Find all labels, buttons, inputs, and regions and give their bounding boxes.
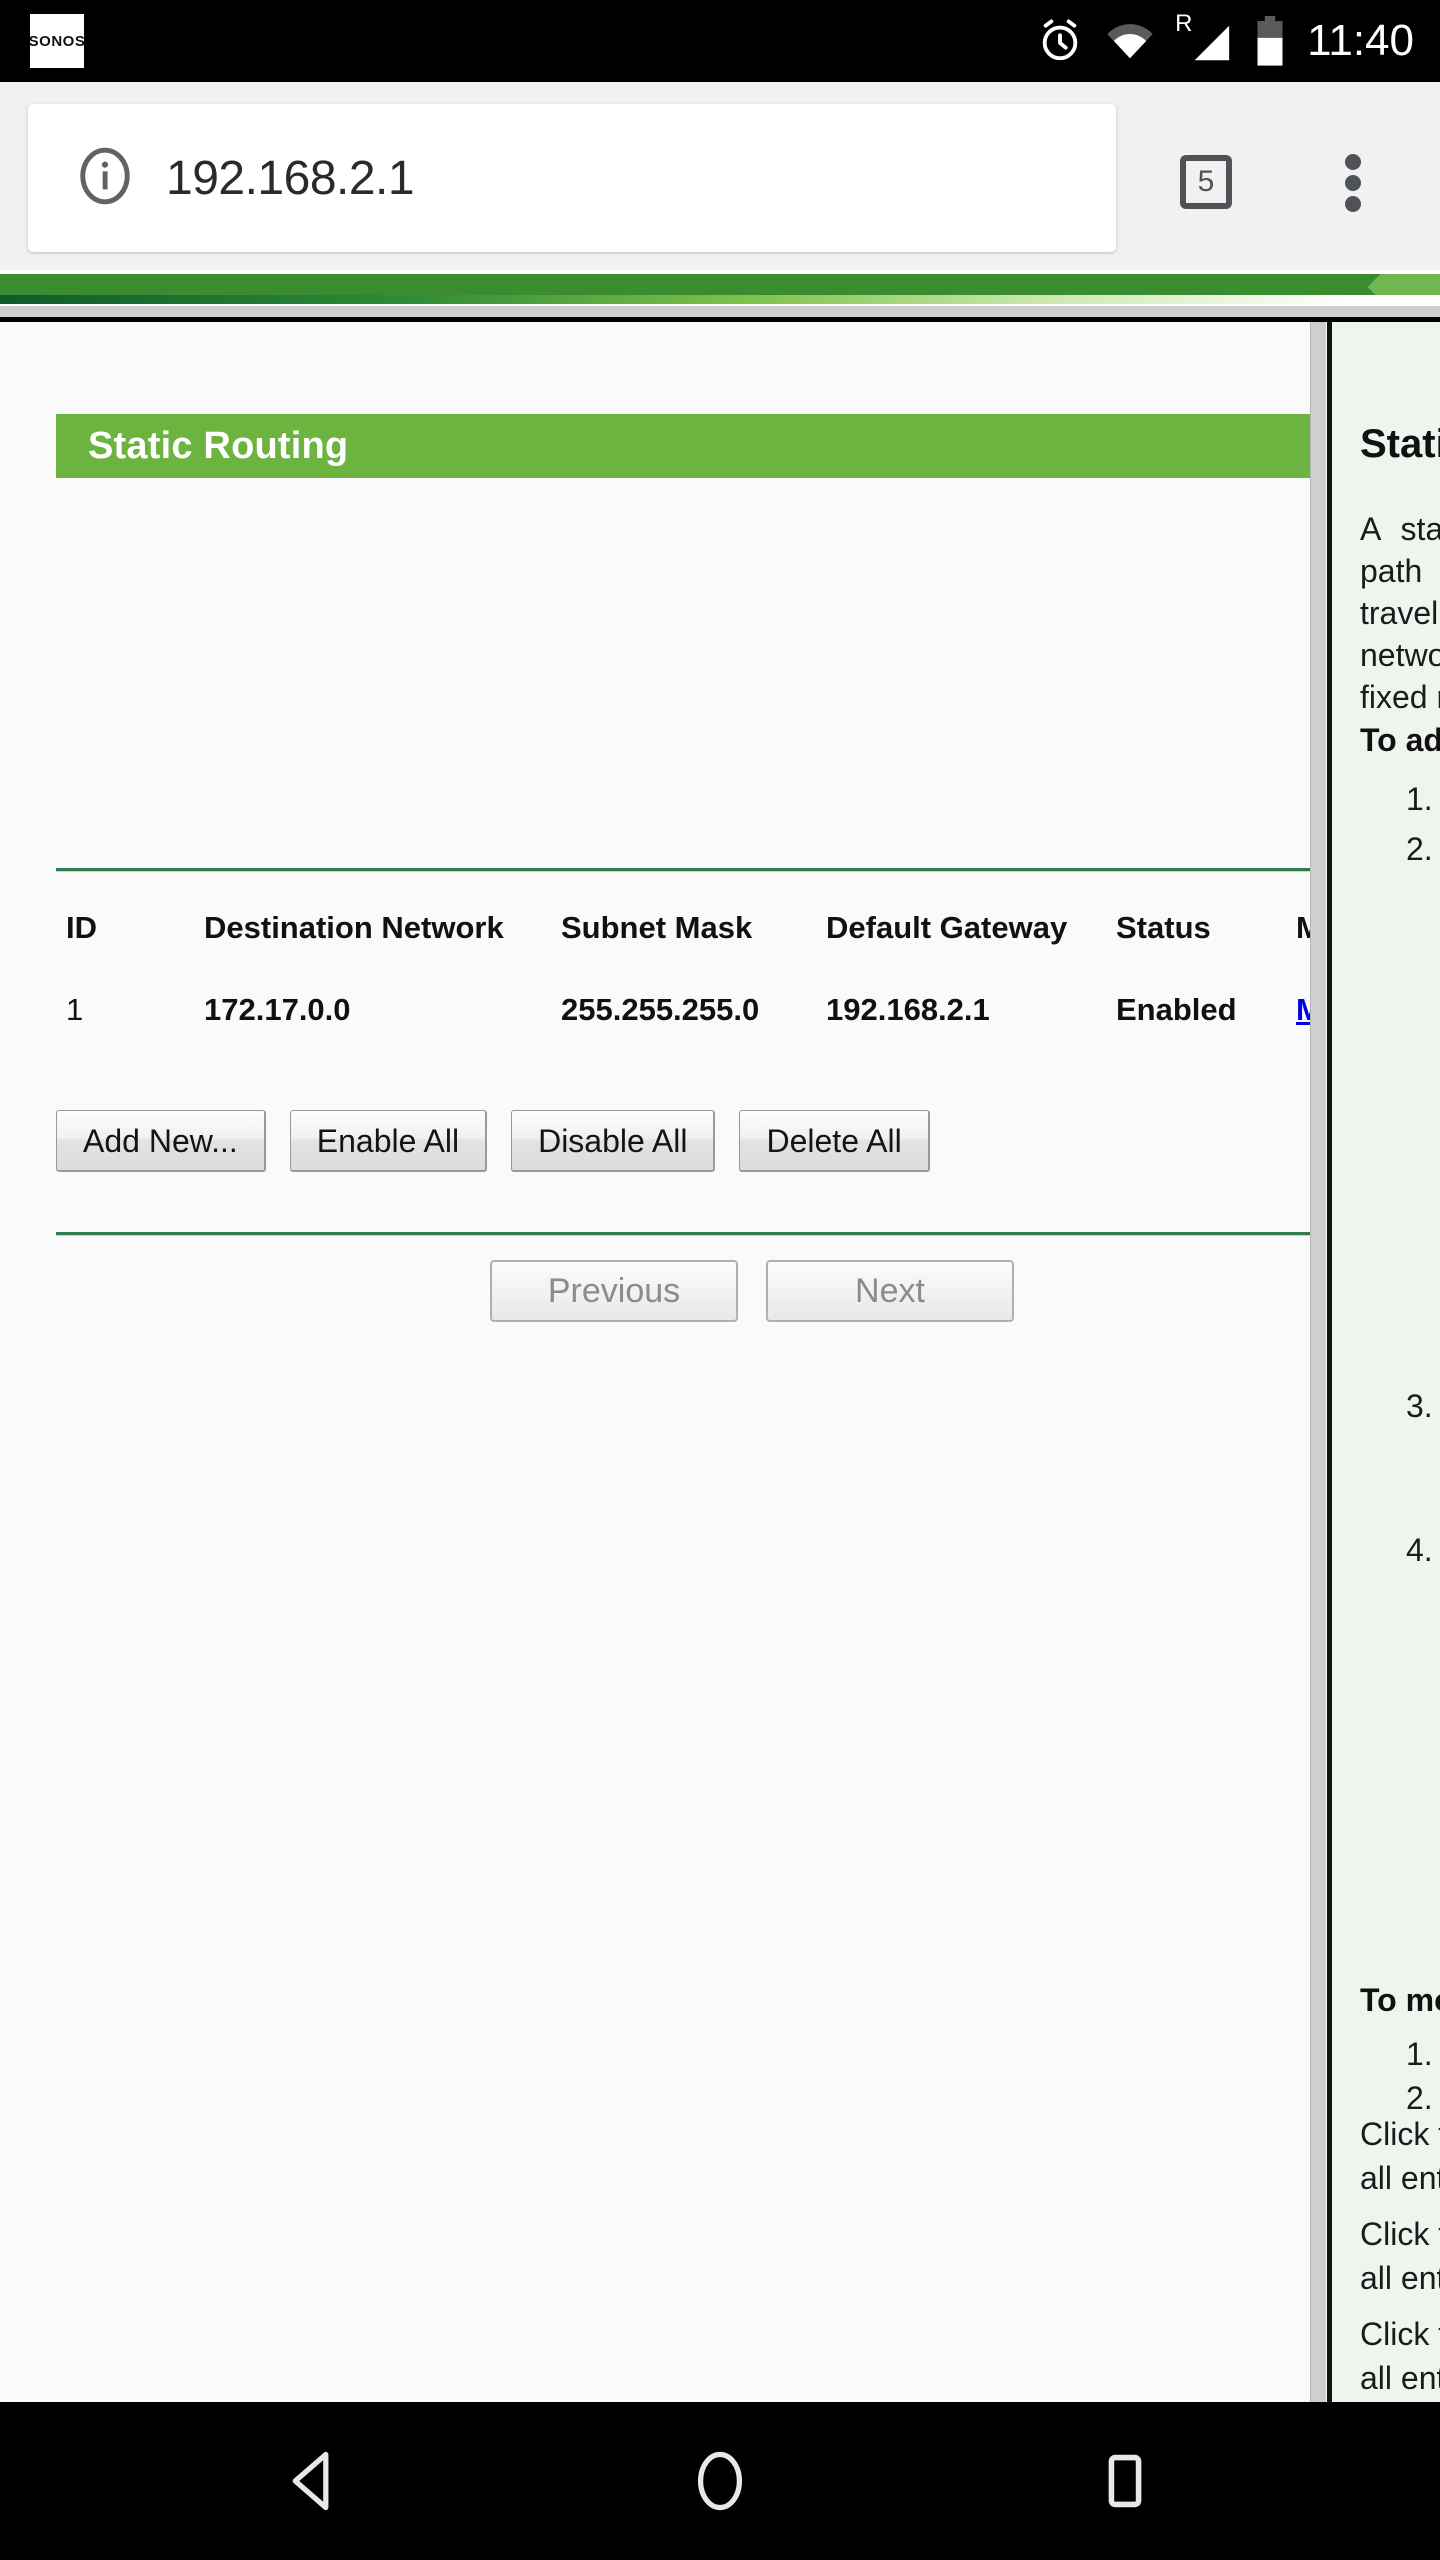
previous-page-button[interactable]: Previous bbox=[490, 1260, 738, 1322]
address-bar[interactable]: 192.168.2.1 bbox=[28, 104, 1116, 252]
site-header-banner bbox=[0, 270, 1440, 322]
banner-grey-strip bbox=[0, 306, 1440, 317]
help-modify-step-1: 1. bbox=[1406, 2036, 1433, 2072]
column-header-id: ID bbox=[66, 910, 97, 945]
cell-gateway: 192.168.2.1 bbox=[826, 992, 990, 1027]
table-action-buttons: Add New... Enable All Disable All Delete… bbox=[56, 1110, 930, 1172]
enable-all-button[interactable]: Enable All bbox=[289, 1110, 488, 1172]
android-navigation-bar bbox=[0, 2402, 1440, 2560]
column-header-gateway: Default Gateway bbox=[826, 910, 1068, 945]
static-routing-table: ID Destination Network Subnet Mask Defau… bbox=[56, 902, 1322, 1066]
cell-subnet-mask: 255.255.255.0 bbox=[561, 992, 760, 1027]
delete-all-button[interactable]: Delete All bbox=[739, 1110, 930, 1172]
cell-id: 1 bbox=[66, 992, 84, 1027]
help-note-enable-all: Click the Enable All button to enable al… bbox=[1360, 2116, 1440, 2196]
column-header-destination: Destination Network bbox=[204, 910, 504, 945]
menu-dot-1 bbox=[1345, 154, 1361, 170]
sonos-notification-icon[interactable]: SONOS bbox=[28, 14, 86, 68]
status-bar-clock: 11:40 bbox=[1307, 16, 1414, 65]
help-add-step-1: 1. bbox=[1406, 781, 1433, 817]
column-header-status: Status bbox=[1116, 910, 1211, 945]
page-content: Static Routing ID Destination Network Su… bbox=[0, 322, 1440, 2402]
alarm-icon bbox=[1037, 18, 1083, 64]
help-add-step-4: 4. bbox=[1406, 1532, 1433, 1568]
help-modify-steps: 1. 2. bbox=[1406, 2032, 1440, 2120]
help-note-disable-all: Click the Disable All button to disable … bbox=[1360, 2216, 1440, 2296]
next-page-button[interactable]: Next bbox=[766, 1260, 1014, 1322]
help-note-delete-all: Click the Delete All button to delete al… bbox=[1360, 2316, 1440, 2396]
back-icon[interactable] bbox=[215, 2402, 415, 2560]
status-bar-icons: R 11:40 bbox=[1037, 0, 1414, 82]
android-status-bar: SONOS R 11:40 bbox=[0, 0, 1440, 82]
home-icon[interactable] bbox=[620, 2402, 820, 2560]
tab-switcher-button[interactable]: 5 bbox=[1180, 155, 1232, 209]
help-title: Static Routing bbox=[1360, 422, 1440, 466]
cell-destination: 172.17.0.0 bbox=[204, 992, 351, 1027]
help-modify-heading: To modify or delete an existing entry: bbox=[1360, 1982, 1440, 2018]
tab-count-label: 5 bbox=[1197, 165, 1215, 198]
info-icon[interactable] bbox=[74, 145, 136, 212]
main-column: Static Routing ID Destination Network Su… bbox=[0, 322, 1322, 2402]
help-panel: Static Routing A static route is a pre-d… bbox=[1332, 322, 1440, 2402]
disable-all-button[interactable]: Disable All bbox=[511, 1110, 716, 1172]
help-add-step-2: 2. bbox=[1406, 831, 1433, 867]
sonos-badge-label: SONOS bbox=[28, 32, 86, 50]
menu-dot-3 bbox=[1345, 196, 1361, 212]
help-add-steps-more: 3. 4. bbox=[1406, 1384, 1440, 1572]
cell-status: Enabled bbox=[1116, 992, 1237, 1027]
browser-toolbar: 192.168.2.1 5 bbox=[0, 82, 1440, 270]
banner-green-strip bbox=[0, 274, 1440, 295]
table-header-row: ID Destination Network Subnet Mask Defau… bbox=[56, 902, 1322, 984]
column-header-subnet-mask: Subnet Mask bbox=[561, 910, 753, 945]
overflow-menu-icon[interactable] bbox=[1344, 154, 1362, 212]
pagination-controls: Previous Next bbox=[490, 1260, 1014, 1322]
page-title: Static Routing bbox=[56, 414, 1310, 478]
recent-apps-icon[interactable] bbox=[1025, 2402, 1225, 2560]
roaming-signal-icon: R bbox=[1175, 12, 1233, 64]
help-add-heading: To add static routing entries: bbox=[1360, 722, 1440, 758]
menu-dot-2 bbox=[1345, 175, 1361, 191]
page-scrollbar[interactable] bbox=[1310, 322, 1326, 2402]
help-description: A static route is a pre-determined path … bbox=[1360, 511, 1440, 715]
banner-gradient-strip bbox=[0, 295, 1440, 304]
table-top-divider bbox=[56, 868, 1310, 872]
table-bottom-divider bbox=[56, 1232, 1310, 1236]
help-add-steps: 1. 2. bbox=[1406, 777, 1440, 877]
table-row: 1 172.17.0.0 255.255.255.0 192.168.2.1 E… bbox=[56, 984, 1322, 1066]
page-title-label: Static Routing bbox=[88, 424, 349, 467]
address-bar-url: 192.168.2.1 bbox=[166, 151, 415, 205]
wifi-icon bbox=[1105, 21, 1155, 61]
add-new-button[interactable]: Add New... bbox=[56, 1110, 266, 1172]
battery-icon bbox=[1255, 16, 1285, 66]
help-add-step-3: 3. bbox=[1406, 1388, 1433, 1424]
